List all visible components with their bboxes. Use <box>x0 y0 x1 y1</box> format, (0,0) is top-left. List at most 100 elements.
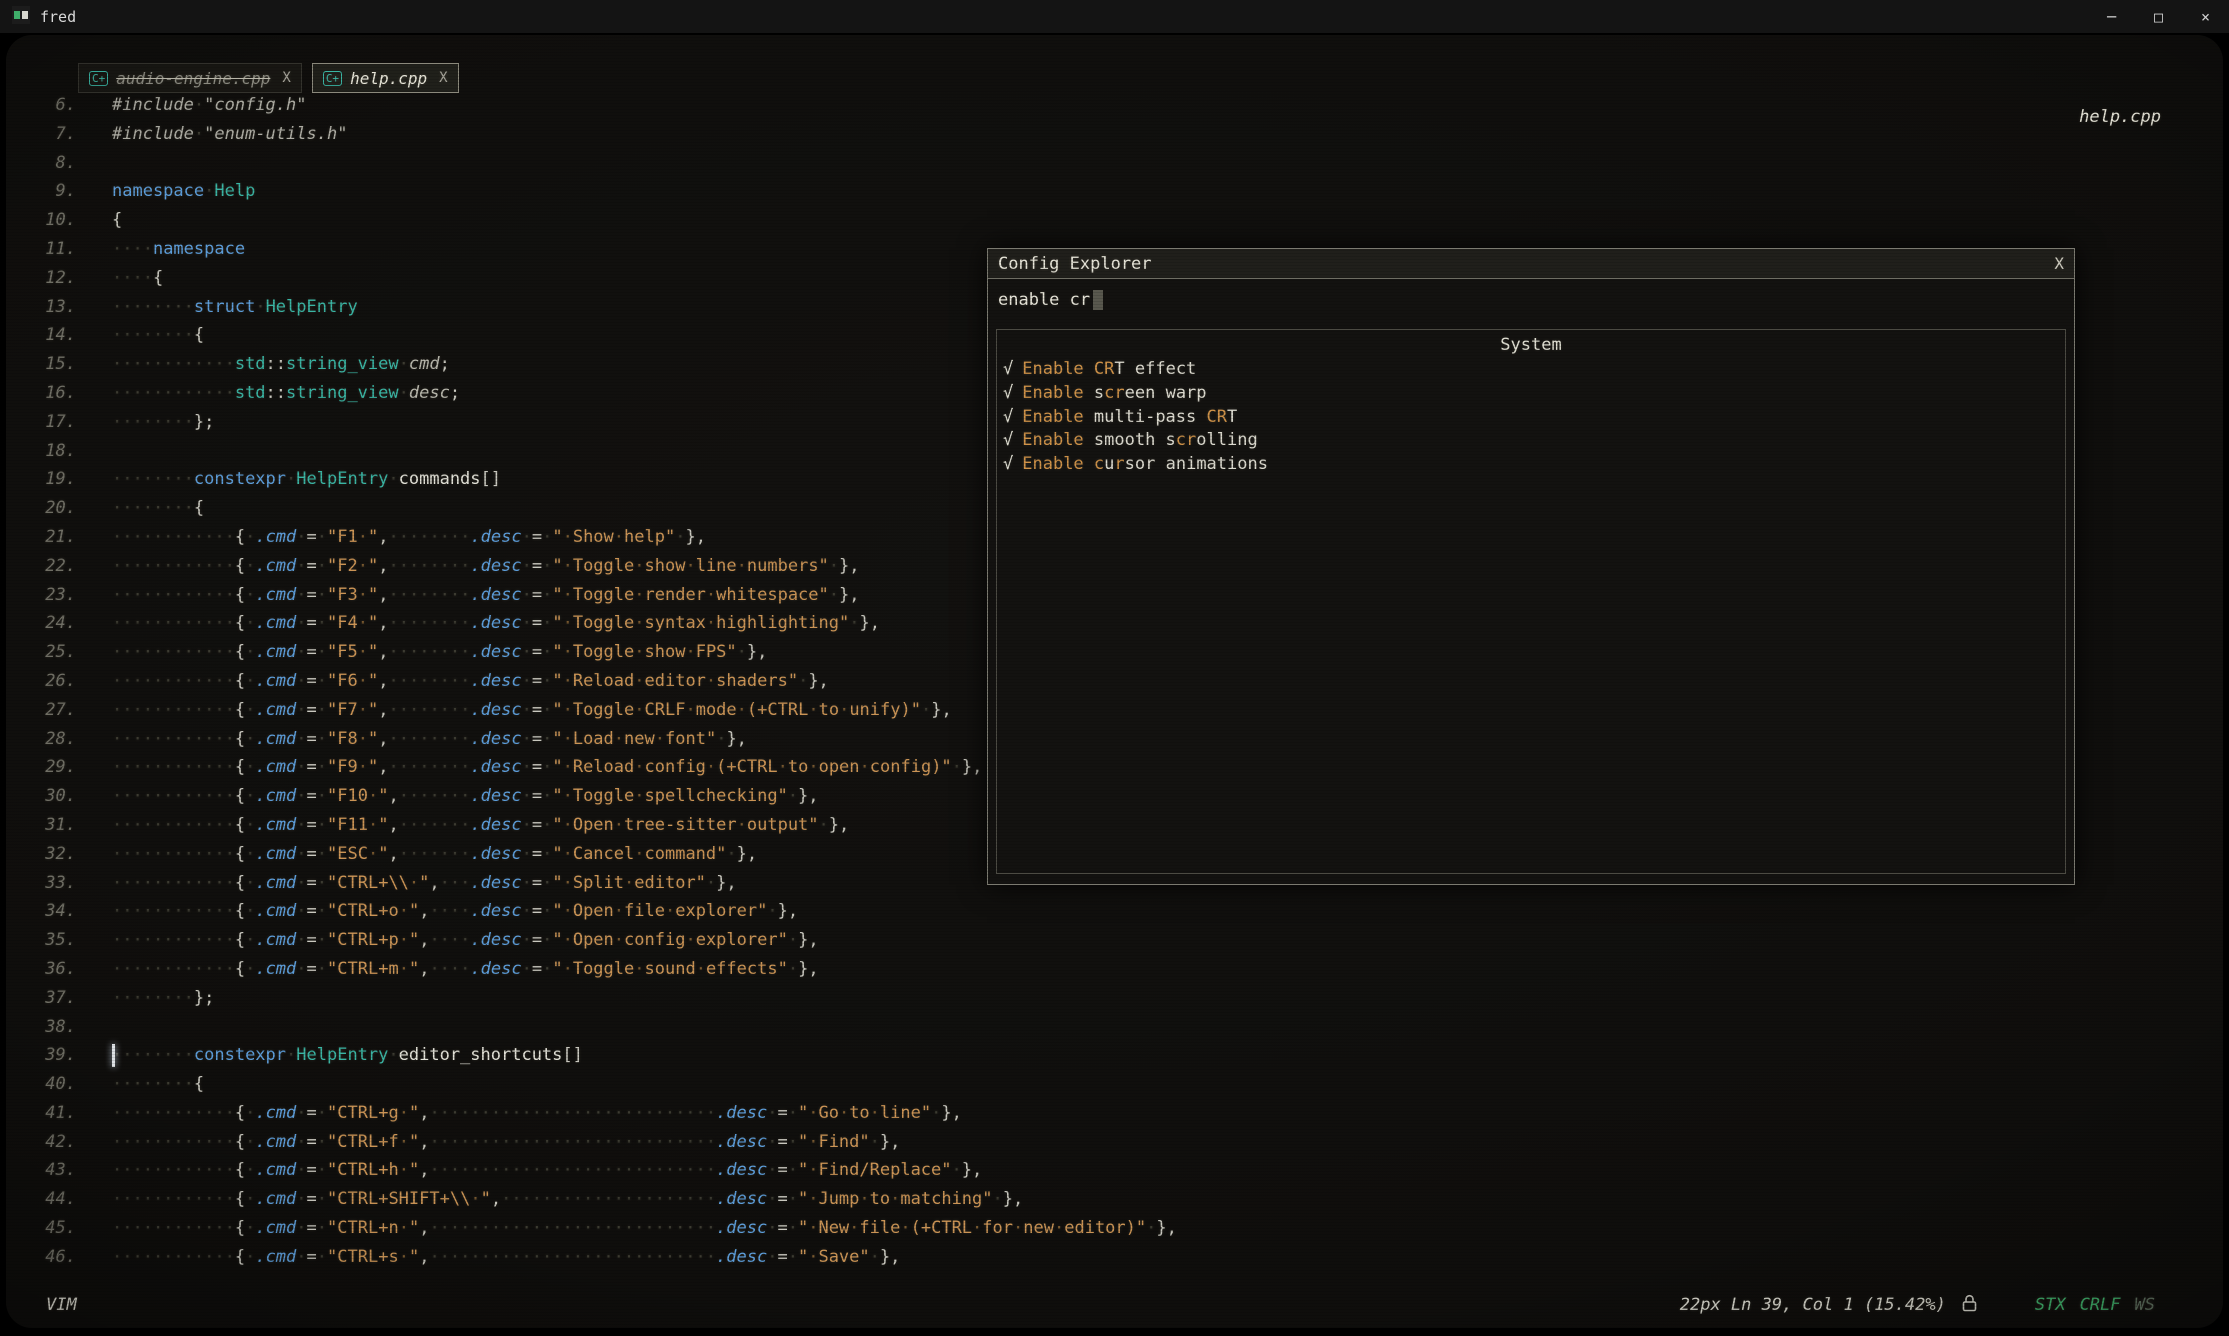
checkbox-checked-icon: √ <box>1003 359 1013 379</box>
code-line-35[interactable]: 35.············{·.cmd·=·"CTRL+p·",····.d… <box>6 926 2223 955</box>
code-line-7[interactable]: 7.#include·"enum-utils.h" <box>6 120 2223 149</box>
tab-label: audio-engine.cpp <box>116 69 270 88</box>
line-number: 35. <box>32 926 76 955</box>
code-line-42[interactable]: 42.············{·.cmd·=·"CTRL+f·",······… <box>6 1128 2223 1157</box>
window-controls: ─ □ × <box>2088 0 2229 33</box>
cursor-position-info: 22px Ln 39, Col 1 (15.42%) <box>1680 1295 1946 1315</box>
titlebar: fred ─ □ × <box>0 0 2229 33</box>
checkbox-checked-icon: √ <box>1003 430 1013 450</box>
line-number: 16. <box>32 379 76 408</box>
editor-screen: 6.#include·"config.h"7.#include·"enum-ut… <box>6 35 2223 1328</box>
popup-title: Config Explorer <box>998 254 1152 274</box>
popup-titlebar: Config Explorer X <box>988 249 2074 279</box>
line-number: 26. <box>32 667 76 696</box>
line-number: 19. <box>32 465 76 494</box>
config-item[interactable]: √Enable multi-pass CRT <box>997 406 2065 430</box>
line-number: 17. <box>32 408 76 437</box>
app-icon <box>12 6 30 28</box>
line-number: 20. <box>32 494 76 523</box>
line-number: 18. <box>32 437 76 466</box>
statusbar: VIM 22px Ln 39, Col 1 (15.42%) STXCRLFWS <box>46 1290 2155 1320</box>
titlebar-left: fred <box>0 6 76 28</box>
close-button[interactable]: × <box>2182 0 2229 33</box>
code-line-36[interactable]: 36.············{·.cmd·=·"CTRL+m·",····.d… <box>6 955 2223 984</box>
statusbar-flags: STX CRLF WS <box>2035 1295 2155 1315</box>
status-flag-ws: WS <box>2135 1295 2155 1315</box>
tab-close-button[interactable]: X <box>282 70 290 86</box>
config-section-header: System <box>997 332 2065 358</box>
statusbar-right: 22px Ln 39, Col 1 (15.42%) STX CRLF WS <box>1680 1294 2155 1317</box>
code-line-44[interactable]: 44.············{·.cmd·=·"CTRL+SHIFT+\\·"… <box>6 1185 2223 1214</box>
line-number: 8. <box>32 149 76 178</box>
config-item[interactable]: √Enable CRT effect <box>997 358 2065 382</box>
app-title: fred <box>40 8 76 26</box>
text-cursor <box>1093 290 1103 310</box>
config-item[interactable]: √Enable smooth scrolling <box>997 429 2065 453</box>
popup-close-button[interactable]: X <box>2054 254 2064 273</box>
code-line-41[interactable]: 41.············{·.cmd·=·"CTRL+g·",······… <box>6 1099 2223 1128</box>
line-number: 32. <box>32 840 76 869</box>
config-items: √Enable CRT effect√Enable screen warp√En… <box>997 358 2065 477</box>
line-number: 42. <box>32 1128 76 1157</box>
line-number: 44. <box>32 1185 76 1214</box>
line-number: 30. <box>32 782 76 811</box>
line-number: 7. <box>32 120 76 149</box>
code-line-39[interactable]: 39.········constexpr·HelpEntry·editor_sh… <box>6 1041 2223 1070</box>
cpp-file-icon: C+ <box>89 71 108 86</box>
line-number: 15. <box>32 350 76 379</box>
line-number: 31. <box>32 811 76 840</box>
line-number: 38. <box>32 1013 76 1042</box>
line-number: 11. <box>32 235 76 264</box>
config-explorer-popup: Config Explorer X enable cr System √Enab… <box>987 248 2075 885</box>
line-number: 43. <box>32 1156 76 1185</box>
status-flag-crlf: CRLF <box>2080 1295 2121 1315</box>
config-item[interactable]: √Enable cursor animations <box>997 453 2065 477</box>
minimize-button[interactable]: ─ <box>2088 0 2135 33</box>
code-line-10[interactable]: 10.{ <box>6 206 2223 235</box>
checkbox-checked-icon: √ <box>1003 454 1013 474</box>
line-number: 45. <box>32 1214 76 1243</box>
code-line-46[interactable]: 46.············{·.cmd·=·"CTRL+s·",······… <box>6 1243 2223 1272</box>
line-number: 28. <box>32 725 76 754</box>
code-line-8[interactable]: 8. <box>6 149 2223 178</box>
checkbox-checked-icon: √ <box>1003 383 1013 403</box>
line-number: 23. <box>32 581 76 610</box>
line-number: 21. <box>32 523 76 552</box>
code-line-6[interactable]: 6.#include·"config.h" <box>6 91 2223 120</box>
code-line-40[interactable]: 40.········{ <box>6 1070 2223 1099</box>
line-number: 34. <box>32 897 76 926</box>
line-number: 9. <box>32 177 76 206</box>
code-line-45[interactable]: 45.············{·.cmd·=·"CTRL+n·",······… <box>6 1214 2223 1243</box>
line-number: 36. <box>32 955 76 984</box>
line-number: 10. <box>32 206 76 235</box>
code-line-38[interactable]: 38. <box>6 1013 2223 1042</box>
line-number: 39. <box>32 1041 76 1070</box>
tab-close-button[interactable]: X <box>439 70 447 86</box>
line-number: 6. <box>32 91 76 120</box>
tab-help-cpp[interactable]: C+ help.cpp X <box>312 63 459 93</box>
cpp-file-icon: C+ <box>323 71 342 86</box>
active-filename-label: help.cpp <box>2079 107 2161 127</box>
line-number: 13. <box>32 293 76 322</box>
crt-bezel: 6.#include·"config.h"7.#include·"enum-ut… <box>0 33 2229 1336</box>
config-list: System √Enable CRT effect√Enable screen … <box>996 329 2066 874</box>
config-item[interactable]: √Enable screen warp <box>997 382 2065 406</box>
line-number: 24. <box>32 609 76 638</box>
tab-audio-engine-cpp[interactable]: C+ audio-engine.cpp X <box>78 63 302 93</box>
tab-bar: C+ audio-engine.cpp X C+ help.cpp X <box>78 63 459 93</box>
code-line-9[interactable]: 9.namespace·Help <box>6 177 2223 206</box>
config-search-input[interactable]: enable cr <box>988 279 2074 321</box>
search-query-text: enable cr <box>998 290 1090 310</box>
code-line-34[interactable]: 34.············{·.cmd·=·"CTRL+o·",····.d… <box>6 897 2223 926</box>
line-number: 25. <box>32 638 76 667</box>
code-line-37[interactable]: 37.········}; <box>6 984 2223 1013</box>
line-number: 22. <box>32 552 76 581</box>
checkbox-checked-icon: √ <box>1003 407 1013 427</box>
line-number: 41. <box>32 1099 76 1128</box>
line-number: 46. <box>32 1243 76 1272</box>
code-line-43[interactable]: 43.············{·.cmd·=·"CTRL+h·",······… <box>6 1156 2223 1185</box>
tab-label: help.cpp <box>350 69 427 88</box>
line-number: 27. <box>32 696 76 725</box>
status-flag-stx: STX <box>2035 1295 2066 1315</box>
maximize-button[interactable]: □ <box>2135 0 2182 33</box>
